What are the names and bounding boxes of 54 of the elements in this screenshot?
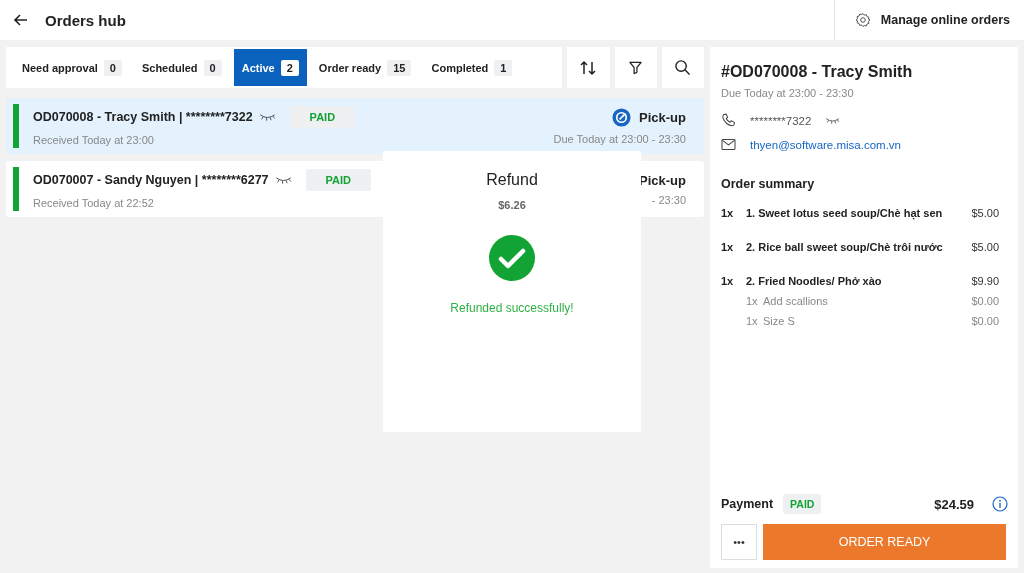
- order-card[interactable]: OD070008 - Tracy Smith | ********7322 PAID Received Today at 23:00 Pick-up Due Today at 23:00 - 23:30: [6, 98, 704, 154]
- option-quantity: 1x: [746, 295, 759, 307]
- more-button[interactable]: •••: [721, 524, 757, 560]
- refund-amount: $6.26: [498, 199, 526, 211]
- paid-badge: PAID: [305, 169, 372, 191]
- filter-icon: [628, 60, 644, 75]
- search-icon: [674, 59, 692, 76]
- filter-button[interactable]: [614, 47, 657, 88]
- item-quantity: 1x: [721, 207, 735, 219]
- item-quantity: 1x: [721, 241, 735, 253]
- order-title: OD070008 - Tracy Smith | ********7322: [33, 110, 253, 124]
- settings-icon: [854, 12, 871, 28]
- item-quantity: 1x: [721, 275, 735, 287]
- mail-icon: [721, 138, 736, 151]
- closed-eye-icon[interactable]: [258, 112, 276, 122]
- order-title: OD070007 - Sandy Nguyen | ********6277: [33, 173, 269, 187]
- fulfillment-type: Pick-up: [639, 109, 686, 125]
- paid-badge: PAID: [783, 494, 822, 514]
- sort-arrows-icon: [579, 58, 598, 77]
- success-message: Refunded successfully!: [450, 301, 574, 315]
- dialog-title: Refund: [486, 171, 538, 189]
- item-name: 1. Sweet lotus seed soup/Chè hạt sen: [746, 207, 944, 219]
- option-name: Add scallions: [763, 295, 829, 307]
- due-time: - 23:30: [651, 193, 686, 206]
- page-title: Orders hub: [45, 11, 126, 29]
- option-price: $0.00: [971, 315, 999, 327]
- due-time: Due Today at 23:00 - 23:30: [721, 87, 855, 99]
- closed-eye-icon[interactable]: [825, 116, 841, 125]
- sort-button[interactable]: [567, 47, 610, 88]
- search-button[interactable]: [661, 47, 704, 88]
- closed-eye-icon[interactable]: [274, 175, 292, 185]
- success-check-icon: [489, 235, 535, 281]
- total-amount: $24.59: [934, 496, 974, 512]
- payment-label: Payment: [721, 497, 774, 511]
- back-arrow-icon[interactable]: [13, 12, 29, 28]
- item-name: 2. Fried Noodles/ Phở xào: [746, 275, 883, 287]
- option-quantity: 1x: [746, 315, 759, 327]
- item-price: $5.00: [971, 241, 999, 253]
- phone-icon: [721, 113, 736, 128]
- item-price: $9.90: [971, 275, 999, 287]
- received-time: Received Today at 23:00: [33, 134, 154, 146]
- phone-number: ********7322: [750, 114, 812, 127]
- option-name: Size S: [763, 315, 796, 327]
- order-title: #OD070008 - Tracy Smith: [721, 63, 914, 81]
- item-price: $5.00: [971, 207, 999, 219]
- received-time: Received Today at 22:52: [33, 197, 154, 209]
- status-tab[interactable]: Active 2: [233, 49, 307, 86]
- info-icon[interactable]: [992, 496, 1008, 512]
- email-link[interactable]: thyen@software.misa.com.vn: [750, 138, 901, 151]
- due-time: Due Today at 23:00 - 23:30: [553, 132, 686, 145]
- paid-badge: PAID: [289, 106, 356, 128]
- item-name: 2. Rice ball sweet soup/Chè trôi nước: [746, 241, 944, 253]
- section-heading: Order summary: [721, 177, 816, 191]
- option-price: $0.00: [971, 295, 999, 307]
